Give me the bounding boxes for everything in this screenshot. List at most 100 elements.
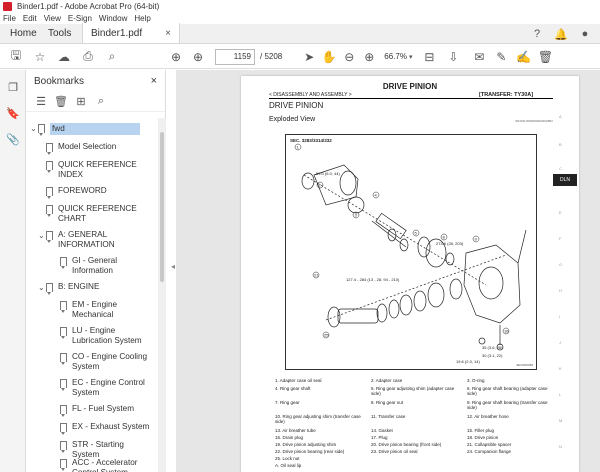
legend-item: 3. O-ring [467, 378, 485, 383]
bookmark-icon [60, 405, 67, 417]
menu-edit[interactable]: Edit [23, 14, 37, 23]
svg-text:5: 5 [415, 231, 418, 236]
bookmark-fwd[interactable]: ⌄ fwd [30, 123, 140, 136]
tab-document[interactable]: Binder1.pdf × [82, 23, 180, 43]
bookmark-item[interactable]: LU - Engine Lubrication System [60, 326, 152, 346]
fill-sign-icon[interactable]: ✍ [516, 50, 531, 64]
legend-item: 15. Filler plug [467, 428, 495, 433]
bookmark-icon [60, 379, 67, 391]
panel-collapse-icon[interactable]: ◂ [171, 262, 175, 271]
menu-window[interactable]: Window [99, 14, 127, 23]
menu-file[interactable]: File [3, 14, 16, 23]
exploded-view-drawing: 1 2 3 4 5 8 9 21 25 16 59.0 (6.0, 44) 27… [294, 143, 527, 364]
svg-text:25: 25 [324, 333, 329, 338]
page-total: / 5208 [260, 52, 283, 61]
attachments-icon[interactable]: 📎 [6, 132, 20, 146]
scroll-mode-icon[interactable]: ⇩ [446, 50, 460, 64]
document-area[interactable]: DRIVE PINION < DISASSEMBLY AND ASSEMBLY … [176, 70, 600, 472]
bookmark-item[interactable]: ACC - Accelerator Control System [60, 458, 152, 472]
side-letter: N [559, 444, 562, 449]
side-letter: M [559, 418, 563, 423]
legend-item: 1. Adapter case oil seal [275, 378, 322, 383]
notifications-icon[interactable]: 🔔 [554, 27, 568, 41]
zoom-search-icon[interactable]: ⌕ [105, 49, 119, 64]
next-page-icon[interactable]: ⊕ [191, 50, 205, 64]
tab-home[interactable]: Home [0, 23, 38, 43]
scrollbar-thumb[interactable] [160, 132, 164, 282]
new-bookmark-icon[interactable]: ⊞ [74, 95, 88, 109]
legend-item: 21. Collapsible spacer [467, 442, 512, 447]
save-icon[interactable]: 🖫 [9, 48, 23, 64]
menu-view[interactable]: View [44, 14, 61, 23]
diagram-code: JEF0000058 [516, 363, 534, 367]
close-panel-icon[interactable]: × [151, 75, 157, 87]
exploded-view-diagram: SEC. 3283/3314/332 1 2 3 4 5 8 9 21 25 1… [285, 134, 537, 370]
cloud-upload-icon[interactable]: ☁ [57, 50, 71, 64]
delete-icon[interactable]: 🗑 [538, 50, 553, 64]
svg-text:21: 21 [314, 273, 319, 278]
help-icon[interactable]: ? [530, 27, 544, 41]
side-letter: E [559, 210, 562, 215]
diagram-section-code: SEC. 3283/3314/332 [290, 138, 332, 143]
bookmark-item[interactable]: STR - Starting System [60, 440, 152, 460]
bookmark-options-icon[interactable]: ☰ [34, 95, 48, 109]
print-icon[interactable]: ⎙ [81, 49, 95, 64]
page-layout-icon[interactable]: ⊟ [422, 50, 436, 64]
bookmark-item[interactable]: GI - General Information [60, 256, 142, 276]
previous-page-icon[interactable]: ⊕ [169, 50, 183, 64]
page-thumbnails-icon[interactable]: ❐ [6, 80, 20, 94]
page-header-title: DRIVE PINION [382, 82, 438, 91]
hand-tool-icon[interactable]: ✋ [322, 50, 337, 64]
navigation-rail: ❐ 🔖 📎 [0, 70, 26, 472]
legend-item: 23. Drive pinion oil seal [371, 449, 418, 454]
highlight-pen-icon[interactable]: ✎ [494, 50, 508, 64]
side-letter: A [559, 114, 562, 119]
bookmark-item[interactable]: EX - Exhaust System [60, 422, 152, 435]
legend-item: 9. Ring gear shaft bearing (transfer cas… [467, 400, 548, 410]
svg-text:30 (3.1, 22): 30 (3.1, 22) [482, 353, 503, 358]
collapse-icon[interactable]: ⌄ [30, 124, 38, 134]
bookmarks-icon[interactable]: 🔖 [6, 106, 20, 120]
page-subheading: Exploded View [269, 116, 316, 123]
tab-tools[interactable]: Tools [38, 23, 82, 43]
zoom-level[interactable]: 66.7% [384, 52, 407, 61]
bookmark-item[interactable]: FL - Fuel System [60, 404, 152, 417]
bookmarks-scrollbar[interactable] [158, 118, 166, 472]
bookmark-item[interactable]: CO - Engine Cooling System [60, 352, 152, 372]
bookmark-item[interactable]: FOREWORD [46, 186, 148, 199]
legend-item: 4. Ring gear shaft [275, 386, 311, 391]
side-letter: B [559, 142, 562, 147]
bookmark-star-icon[interactable]: ☆ [33, 50, 47, 64]
svg-text:8: 8 [443, 235, 446, 240]
zoom-out-icon[interactable]: ⊖ [342, 50, 356, 64]
header-divider [269, 98, 553, 99]
bookmark-item[interactable]: EM - Engine Mechanical [60, 300, 142, 320]
bookmark-item[interactable]: ⌄ B: ENGINE [38, 282, 138, 295]
comment-icon[interactable]: ✉ [472, 50, 486, 64]
tab-close-icon[interactable]: × [165, 28, 171, 39]
delete-bookmark-icon[interactable]: 🗑 [54, 95, 68, 109]
zoom-in-icon[interactable]: ⊕ [362, 50, 376, 64]
bookmark-item[interactable]: QUICK REFERENCE CHART [46, 204, 148, 224]
bookmark-item[interactable]: EC - Engine Control System [60, 378, 152, 398]
page-number-input[interactable]: 1159 [215, 48, 255, 65]
menu-esign[interactable]: E-Sign [68, 14, 92, 23]
legend-item: 20. Drive pinion bearing (front side) [371, 442, 442, 447]
bookmark-item[interactable]: QUICK REFERENCE INDEX [46, 160, 148, 180]
menu-help[interactable]: Help [134, 14, 150, 23]
find-bookmark-icon[interactable]: ⌕ [94, 95, 108, 109]
acrobat-app-icon [3, 1, 12, 11]
collapse-icon[interactable]: ⌄ [38, 283, 46, 293]
svg-text:9: 9 [475, 237, 478, 242]
collapse-icon[interactable]: ⌄ [38, 231, 46, 241]
bookmark-icon [60, 441, 67, 453]
side-letter: F [559, 236, 562, 241]
account-icon[interactable]: ● [578, 27, 592, 41]
legend-item: A. Oil seal lip [275, 463, 302, 468]
legend-item: 25. Lock nut [275, 456, 300, 461]
side-letter: K [559, 366, 562, 371]
zoom-dropdown-icon[interactable]: ▾ [409, 53, 413, 61]
bookmark-item[interactable]: ⌄ A: GENERAL INFORMATION [38, 230, 138, 250]
select-cursor-icon[interactable]: ➤ [302, 50, 316, 64]
bookmark-item[interactable]: Model Selection [46, 142, 148, 155]
